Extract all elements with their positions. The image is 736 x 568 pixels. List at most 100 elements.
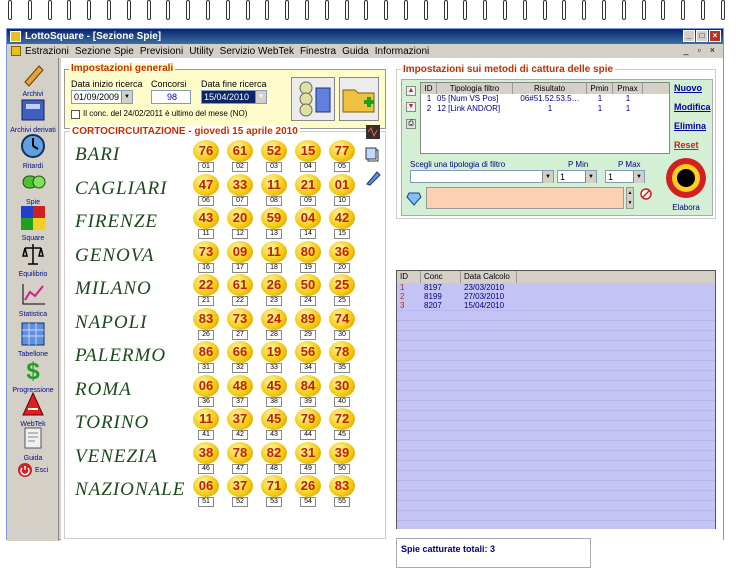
lotto-ball[interactable]: 36 20 bbox=[329, 240, 355, 274]
diamond-icon[interactable] bbox=[406, 192, 422, 206]
cancel-icon[interactable] bbox=[640, 188, 652, 200]
sidebar-item-ritardi[interactable]: Ritardi bbox=[7, 132, 59, 170]
sidebar-item-archivi[interactable]: Archivi bbox=[7, 60, 59, 98]
lotto-ball[interactable]: 26 23 bbox=[261, 274, 287, 307]
lotto-ball[interactable]: 04 14 bbox=[295, 207, 321, 240]
end-date-field[interactable]: 15/04/2010 ▼ bbox=[201, 90, 267, 104]
lotto-ball[interactable]: 76 01 bbox=[193, 140, 219, 173]
chevron-down-icon[interactable]: ▼ bbox=[255, 91, 266, 103]
lotto-ball[interactable]: 52 03 bbox=[261, 140, 287, 173]
lotto-ball[interactable]: 89 29 bbox=[295, 307, 321, 341]
sidebar-item-guida[interactable]: Guida bbox=[7, 424, 59, 462]
lotto-ball[interactable]: 30 40 bbox=[329, 374, 355, 408]
lotto-ball[interactable]: 61 22 bbox=[227, 274, 253, 307]
menu-utility[interactable]: Utility bbox=[189, 46, 213, 57]
lotto-ball[interactable]: 71 53 bbox=[261, 475, 287, 508]
elabora-button[interactable]: Elabora bbox=[662, 156, 710, 212]
lotto-ball[interactable]: 83 55 bbox=[329, 475, 355, 508]
lotto-ball[interactable]: 66 32 bbox=[227, 341, 253, 374]
chevron-down-icon[interactable]: ▼ bbox=[633, 171, 644, 183]
elimina-link[interactable]: Elimina bbox=[674, 121, 706, 131]
traffic-light-button[interactable] bbox=[291, 77, 335, 121]
menu-estrazioni[interactable]: Estrazioni bbox=[25, 46, 69, 57]
lotto-ball[interactable]: 80 19 bbox=[295, 240, 321, 274]
menu-finestra[interactable]: Finestra bbox=[300, 46, 336, 57]
menu-sezione-spie[interactable]: Sezione Spie bbox=[75, 46, 134, 57]
lotto-ball[interactable]: 37 52 bbox=[227, 475, 253, 508]
print-icon[interactable]: ⎙ bbox=[406, 119, 416, 129]
lotto-ball[interactable]: 73 27 bbox=[227, 307, 253, 341]
chevron-down-icon[interactable]: ▼ bbox=[585, 171, 596, 183]
lotto-ball[interactable]: 31 49 bbox=[295, 441, 321, 475]
reset-link[interactable]: Reset bbox=[674, 140, 699, 150]
lotto-ball[interactable]: 42 15 bbox=[329, 207, 355, 240]
lotto-ball[interactable]: 50 24 bbox=[295, 274, 321, 307]
lotto-ball[interactable]: 47 06 bbox=[193, 173, 219, 207]
lotto-ball[interactable]: 72 45 bbox=[329, 408, 355, 441]
concorsi-field[interactable]: 98 bbox=[151, 90, 191, 104]
sidebar-item-esci[interactable]: Esci bbox=[7, 462, 59, 478]
menu-informazioni[interactable]: Informazioni bbox=[375, 46, 429, 57]
lotto-ball[interactable]: 86 31 bbox=[193, 341, 219, 374]
lotto-ball[interactable]: 21 09 bbox=[295, 173, 321, 207]
last-of-month-checkbox[interactable] bbox=[71, 110, 80, 119]
table-row[interactable]: 1 05 [Num VS Pos] 06#51.52.53.5… 1 1 bbox=[421, 94, 669, 104]
sidebar-item-webtek[interactable]: WebTek bbox=[7, 390, 59, 428]
table-row[interactable]: 2 8199 27/03/2010 bbox=[397, 292, 715, 301]
lotto-ball[interactable]: 45 43 bbox=[261, 408, 287, 441]
child-restore-button[interactable]: ▫ bbox=[698, 45, 701, 55]
start-date-field[interactable]: 01/09/2009 ▼ bbox=[71, 90, 133, 104]
lotto-ball[interactable]: 01 10 bbox=[329, 173, 355, 207]
lotto-ball[interactable]: 39 50 bbox=[329, 441, 355, 475]
sidebar-item-tabellone[interactable]: Tabellone bbox=[7, 320, 59, 358]
audio-icon[interactable] bbox=[365, 124, 381, 140]
lotto-ball[interactable]: 26 54 bbox=[295, 475, 321, 508]
add-folder-button[interactable] bbox=[339, 77, 379, 121]
copy-icon[interactable] bbox=[365, 147, 381, 163]
child-minimize-button[interactable]: _ bbox=[684, 45, 689, 55]
lotto-ball[interactable]: 19 33 bbox=[261, 341, 287, 374]
lotto-ball[interactable]: 78 47 bbox=[227, 441, 253, 475]
lotto-ball[interactable]: 61 02 bbox=[227, 140, 253, 173]
lotto-ball[interactable]: 78 35 bbox=[329, 341, 355, 374]
filter-type-select[interactable]: ▼ bbox=[410, 170, 554, 183]
filter-value-scrollbar[interactable]: ▲ ▼ bbox=[626, 187, 634, 209]
lotto-ball[interactable]: 24 28 bbox=[261, 307, 287, 341]
chevron-down-icon[interactable]: ▼ bbox=[542, 171, 553, 183]
minimize-button[interactable]: _ bbox=[683, 30, 695, 42]
lotto-ball[interactable]: 43 11 bbox=[193, 207, 219, 240]
menu-guida[interactable]: Guida bbox=[342, 46, 369, 57]
lotto-ball[interactable]: 37 42 bbox=[227, 408, 253, 441]
lotto-ball[interactable]: 11 08 bbox=[261, 173, 287, 207]
lotto-ball[interactable]: 56 34 bbox=[295, 341, 321, 374]
lotto-ball[interactable]: 20 12 bbox=[227, 207, 253, 240]
nuovo-link[interactable]: Nuovo bbox=[674, 83, 702, 93]
lotto-ball[interactable]: 83 26 bbox=[193, 307, 219, 341]
pmax-select[interactable]: 1 ▼ bbox=[605, 170, 645, 183]
lotto-ball[interactable]: 77 05 bbox=[329, 140, 355, 173]
lotto-ball[interactable]: 82 48 bbox=[261, 441, 287, 475]
lotto-ball[interactable]: 06 36 bbox=[193, 374, 219, 408]
sidebar-item-equilibrio[interactable]: Equilibrio bbox=[7, 240, 59, 278]
sidebar-item-spie[interactable]: Spie bbox=[7, 168, 59, 206]
lotto-ball[interactable]: 84 39 bbox=[295, 374, 321, 408]
chevron-down-icon[interactable]: ▼ bbox=[121, 91, 132, 103]
move-down-icon[interactable]: ▼ bbox=[406, 102, 416, 112]
edit-icon[interactable] bbox=[365, 170, 381, 186]
lotto-ball[interactable]: 45 38 bbox=[261, 374, 287, 408]
move-up-icon[interactable]: ▲ bbox=[406, 86, 416, 96]
lotto-ball[interactable]: 22 21 bbox=[193, 274, 219, 307]
lotto-ball[interactable]: 09 17 bbox=[227, 240, 253, 274]
close-button[interactable]: × bbox=[709, 30, 721, 42]
child-close-button[interactable]: × bbox=[710, 45, 715, 55]
modifica-link[interactable]: Modifica bbox=[674, 102, 711, 112]
table-row[interactable]: 2 12 [Link AND/OR] 1 1 1 bbox=[421, 104, 669, 114]
lotto-ball[interactable]: 33 07 bbox=[227, 173, 253, 207]
lotto-ball[interactable]: 48 37 bbox=[227, 374, 253, 408]
lotto-ball[interactable]: 11 18 bbox=[261, 240, 287, 274]
maximize-button[interactable]: □ bbox=[696, 30, 708, 42]
lotto-ball[interactable]: 73 16 bbox=[193, 240, 219, 274]
lotto-ball[interactable]: 74 30 bbox=[329, 307, 355, 341]
sidebar-item-archivi-derivati[interactable]: Archivi derivati bbox=[7, 96, 59, 134]
table-row[interactable]: 1 8197 23/03/2010 bbox=[397, 283, 715, 292]
